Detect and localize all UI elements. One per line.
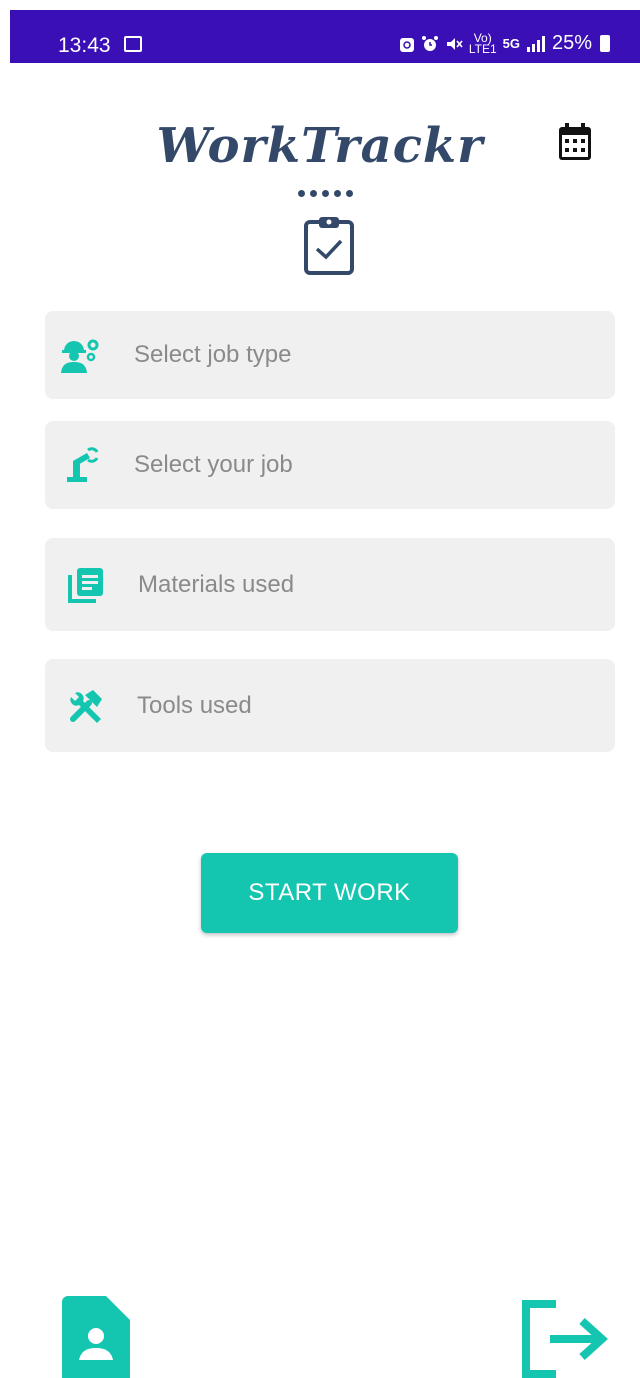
gallery-notification-icon [124, 36, 142, 52]
library-books-icon [68, 567, 103, 603]
recycle-icon [399, 37, 414, 52]
calendar-icon[interactable] [556, 122, 594, 162]
signal-icon [526, 35, 545, 52]
worker-gears-icon [61, 339, 99, 373]
start-work-button[interactable]: START WORK [201, 853, 458, 933]
app-title: WorkTrackr [156, 118, 484, 174]
alarm-icon [421, 35, 438, 51]
mute-icon [446, 37, 463, 50]
robot-arm-icon [67, 447, 99, 482]
job-type-select[interactable]: Select job type [45, 311, 615, 399]
volte-bottom: LTE1 [468, 41, 497, 56]
status-bar: 13:43 Vo) LTE1 5G 25% [10, 10, 640, 63]
contact-file-icon[interactable] [62, 1296, 130, 1378]
dot [346, 190, 353, 197]
job-placeholder: Select your job [134, 451, 293, 478]
job-select[interactable]: Select your job [45, 421, 615, 509]
status-icons: Vo) LTE1 5G 25% [399, 32, 610, 55]
dot [334, 190, 341, 197]
status-time: 13:43 [58, 34, 111, 57]
clipboard-check-icon [304, 217, 354, 275]
materials-placeholder: Materials used [138, 570, 295, 598]
logout-icon[interactable] [520, 1300, 610, 1378]
tools-placeholder: Tools used [137, 691, 252, 719]
dot [310, 190, 317, 197]
battery-icon [600, 35, 610, 52]
battery-percent: 25% [551, 32, 592, 54]
job-type-placeholder: Select job type [134, 341, 292, 368]
dot [298, 190, 305, 197]
volte-indicator: Vo) LTE1 [468, 32, 497, 56]
materials-input[interactable]: Materials used [45, 538, 615, 631]
dot [322, 190, 329, 197]
tools-icon [70, 689, 102, 723]
title-dots [298, 190, 353, 197]
tools-input[interactable]: Tools used [45, 659, 615, 752]
network-generation: 5G [502, 36, 520, 51]
